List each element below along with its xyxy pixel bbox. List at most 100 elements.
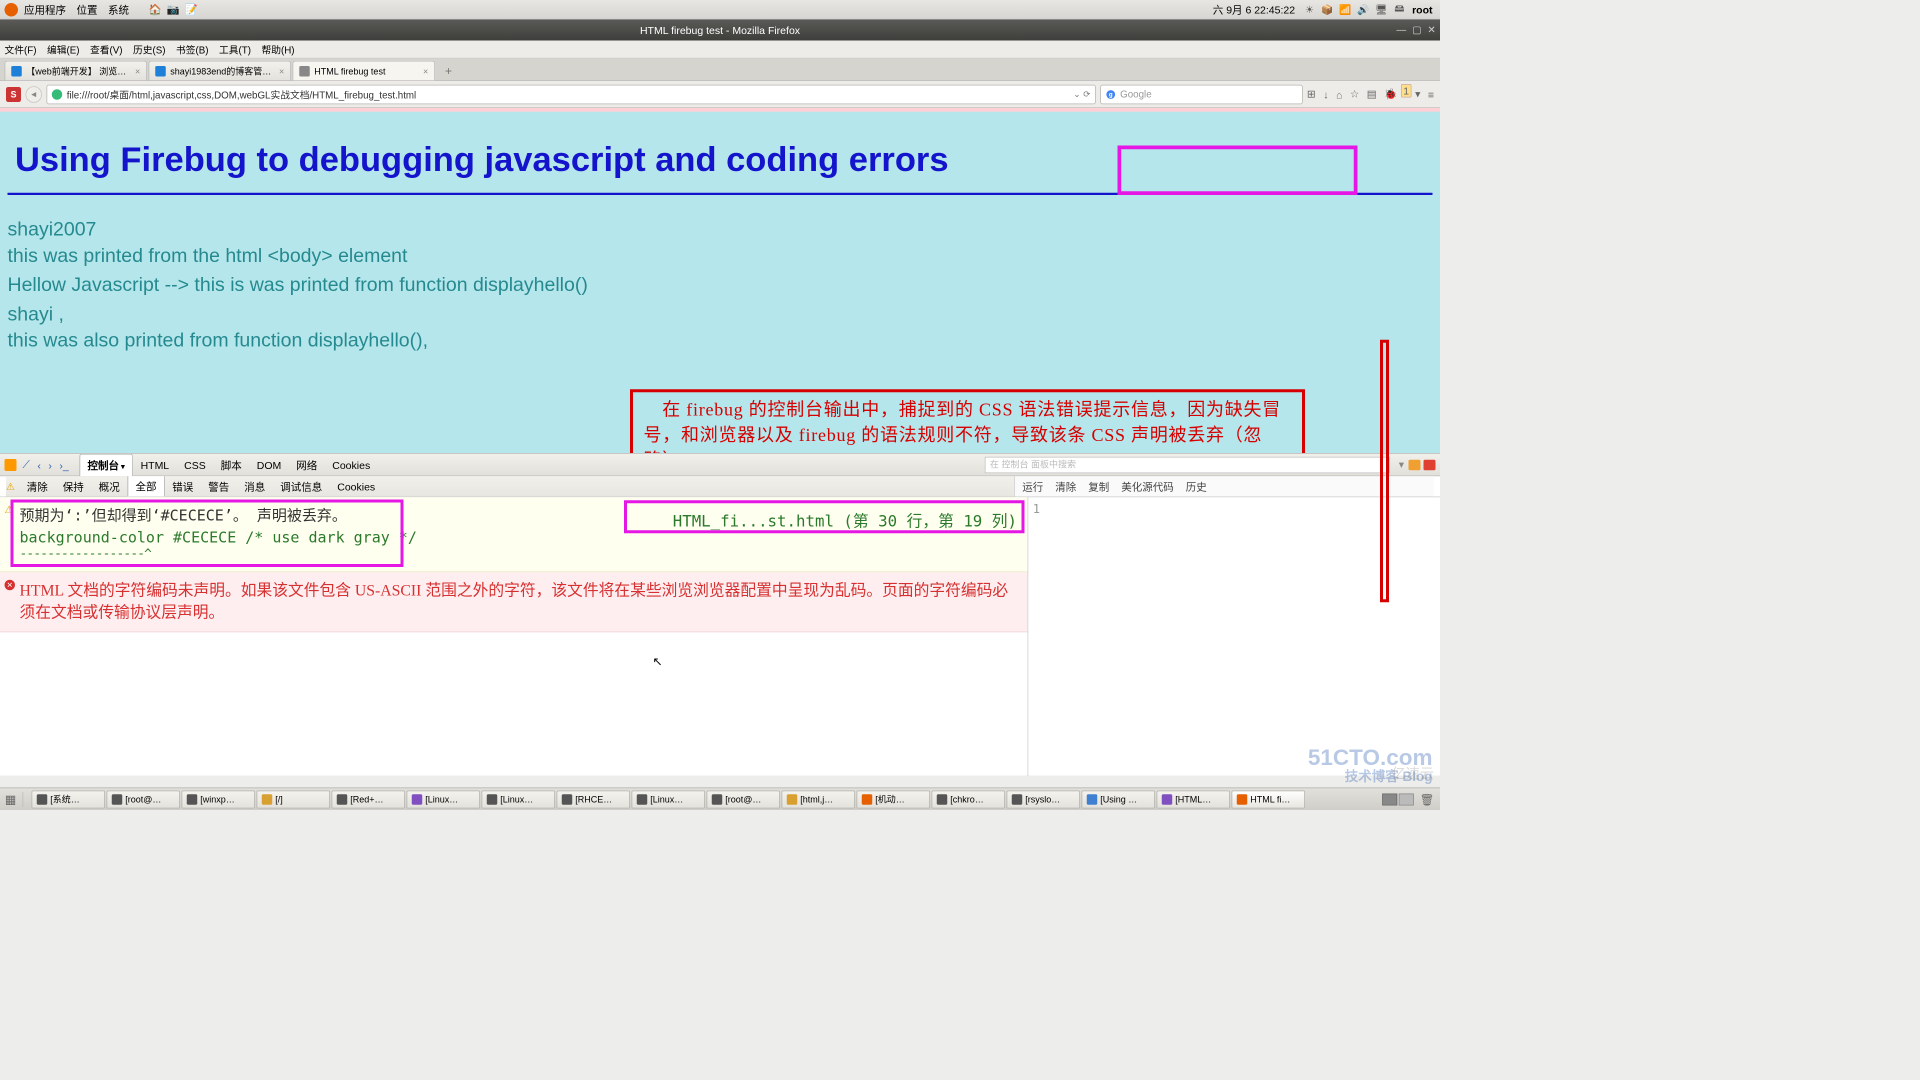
cmd-icon[interactable]: ›_ — [59, 459, 68, 471]
task-button[interactable]: [rsyslo… — [1007, 790, 1081, 808]
fb-sub-profile[interactable]: 概况 — [91, 477, 127, 497]
fb-dropdown-icon[interactable]: ▾ — [1399, 458, 1404, 471]
fb-tab-css[interactable]: CSS — [177, 456, 214, 474]
url-input[interactable]: file:///root/桌面/html,javascript,css,DOM,… — [47, 84, 1096, 104]
new-tab-button[interactable]: + — [440, 64, 458, 81]
forward-icon[interactable]: › — [48, 459, 52, 471]
tab-1[interactable]: shayi1983end的博客管…× — [149, 61, 292, 81]
task-button[interactable]: [chkro… — [932, 790, 1006, 808]
warning-file-location[interactable]: HTML_fi...st.html (第 30 行，第 19 列) — [673, 509, 1017, 532]
task-button[interactable]: HTML fi… — [1232, 790, 1306, 808]
console-warning-row[interactable]: ⚠ 预期为‘:’但却得到‘#CECECE’。 声明被丢弃。 background… — [0, 497, 1028, 572]
menu-file[interactable]: 文件(F) — [5, 42, 37, 56]
fb-sub-info[interactable]: 消息 — [237, 477, 273, 497]
maximize-icon[interactable]: ▢ — [1412, 24, 1421, 36]
task-button[interactable]: [Linux… — [407, 790, 481, 808]
hamburger-icon[interactable]: ≡ — [1428, 88, 1434, 100]
bookmark-icon[interactable]: ☆ — [1350, 88, 1359, 101]
fb-tab-cookies[interactable]: Cookies — [325, 456, 378, 474]
screenshot-icon[interactable]: 📷 — [167, 3, 181, 17]
download-icon[interactable]: ↓ — [1323, 88, 1328, 100]
grid-icon[interactable]: ⊞ — [1307, 88, 1316, 101]
fb-search-input[interactable]: 在 控制台 面板中搜索 — [985, 456, 1390, 473]
fb-right-copy[interactable]: 复制 — [1088, 479, 1109, 494]
sun-icon[interactable]: ☀ — [1303, 3, 1317, 17]
menu-help[interactable]: 帮助(H) — [261, 42, 294, 56]
task-button[interactable]: [Using … — [1082, 790, 1156, 808]
fb-tab-console[interactable]: 控制台 — [79, 453, 133, 476]
show-desktop-icon[interactable]: ▦ — [3, 792, 18, 807]
power-icon[interactable]: 🖴 — [1393, 3, 1407, 17]
fb-sub-warnings[interactable]: 警告 — [201, 477, 237, 497]
fb-right-run[interactable]: 运行 — [1022, 479, 1043, 494]
reload-icon[interactable]: ⟳ — [1083, 89, 1090, 99]
fb-sub-persist[interactable]: 保持 — [55, 477, 91, 497]
trash-icon[interactable]: 🗑 — [1420, 792, 1434, 806]
menu-bookmarks[interactable]: 书签(B) — [176, 42, 209, 56]
home-icon[interactable]: 🏠 — [149, 3, 163, 17]
site-logo-icon[interactable]: S — [6, 87, 21, 102]
task-button[interactable]: [Red+… — [332, 790, 406, 808]
tab-0[interactable]: 【web前端开发】 浏览…× — [5, 61, 148, 81]
fb-right-history[interactable]: 历史 — [1186, 479, 1207, 494]
back-icon[interactable]: ‹ — [37, 459, 41, 471]
task-button[interactable]: [winxp… — [182, 790, 256, 808]
fb-right-beautify[interactable]: 美化源代码 — [1121, 479, 1174, 494]
search-input[interactable]: g Google — [1100, 84, 1303, 104]
fb-sub-debug[interactable]: 调试信息 — [273, 477, 330, 497]
console-cmd-panel[interactable]: 1 — [1028, 497, 1441, 776]
fb-right-clear[interactable]: 清除 — [1055, 479, 1076, 494]
menu-view[interactable]: 查看(V) — [90, 42, 123, 56]
firefox-icon[interactable] — [5, 3, 19, 17]
caret-icon[interactable]: ▾ — [1415, 88, 1420, 101]
task-button[interactable]: [Linux… — [632, 790, 706, 808]
tab-close-icon[interactable]: × — [423, 66, 428, 77]
menu-tools[interactable]: 工具(T) — [219, 42, 251, 56]
task-button[interactable]: [root@… — [707, 790, 781, 808]
close-icon[interactable]: ✕ — [1427, 24, 1435, 36]
fb-tab-net[interactable]: 网络 — [289, 454, 325, 475]
tab-close-icon[interactable]: × — [279, 66, 284, 77]
task-button[interactable]: [机动… — [857, 790, 931, 808]
task-button[interactable]: [/] — [257, 790, 331, 808]
inspect-icon[interactable]: ⟋ — [23, 458, 30, 471]
fb-tab-script[interactable]: 脚本 — [213, 454, 249, 475]
task-button[interactable]: [root@… — [107, 790, 181, 808]
firebug-logo-icon[interactable] — [5, 459, 17, 471]
volume-icon[interactable]: 🔊 — [1357, 3, 1371, 17]
minimize-icon[interactable]: — — [1396, 24, 1406, 36]
apps-menu[interactable]: 应用程序 — [24, 2, 66, 17]
fb-sub-clear[interactable]: 清除 — [19, 477, 55, 497]
task-button[interactable]: [RHCE… — [557, 790, 631, 808]
tab-2[interactable]: HTML firebug test× — [293, 61, 436, 81]
update-icon[interactable]: 📦 — [1321, 3, 1335, 17]
task-button[interactable]: [系统… — [32, 790, 106, 808]
task-button[interactable]: [Linux… — [482, 790, 556, 808]
fb-sub-cookies[interactable]: Cookies — [330, 478, 383, 495]
clock[interactable]: 六 9月 6 22:45:22 — [1213, 2, 1295, 17]
fb-tab-html[interactable]: HTML — [133, 456, 177, 474]
workspace-switcher[interactable] — [1382, 793, 1414, 805]
fb-sub-all[interactable]: 全部 — [127, 476, 165, 496]
task-button[interactable]: [html,j… — [782, 790, 856, 808]
task-button[interactable]: [HTML… — [1157, 790, 1231, 808]
network-icon[interactable]: 📶 — [1339, 3, 1353, 17]
back-button[interactable]: ◄ — [26, 86, 43, 103]
fb-minimize-icon[interactable] — [1409, 459, 1421, 470]
notes-icon[interactable]: 📝 — [185, 3, 199, 17]
firebug-icon[interactable]: 🐞1 — [1384, 88, 1407, 101]
list-icon[interactable]: ▤ — [1367, 88, 1377, 101]
menu-history[interactable]: 历史(S) — [133, 42, 166, 56]
fb-sub-errors[interactable]: 错误 — [165, 477, 201, 497]
menu-edit[interactable]: 编辑(E) — [47, 42, 80, 56]
dropdown-icon[interactable]: ⌄ — [1073, 89, 1080, 99]
home-icon[interactable]: ⌂ — [1336, 88, 1342, 100]
fb-tab-dom[interactable]: DOM — [249, 456, 289, 474]
display-icon[interactable]: 🖥 — [1375, 3, 1389, 17]
console-error-row[interactable]: ✕ HTML 文档的字符编码未声明。如果该文件包含 US-ASCII 范围之外的… — [0, 572, 1028, 632]
places-menu[interactable]: 位置 — [77, 2, 98, 17]
user-menu[interactable]: root — [1412, 3, 1432, 15]
system-menu[interactable]: 系统 — [108, 2, 129, 17]
fb-close-icon[interactable] — [1424, 459, 1436, 470]
tab-close-icon[interactable]: × — [135, 66, 140, 77]
